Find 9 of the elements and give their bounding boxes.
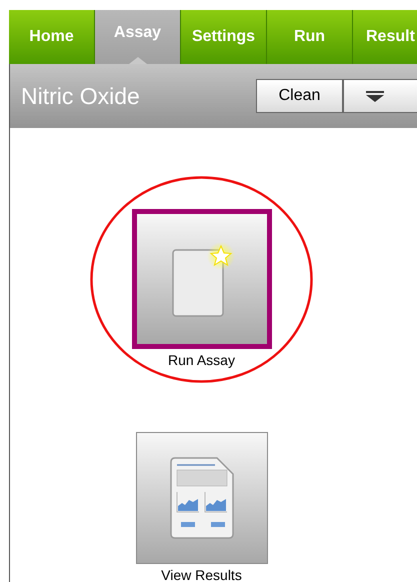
clean-button[interactable]: Clean	[256, 79, 343, 113]
dropdown-icon	[366, 90, 384, 102]
tile-button[interactable]	[132, 209, 272, 349]
tile-label: Run Assay	[168, 351, 235, 369]
nav-tab[interactable]: Assay	[95, 10, 181, 64]
menu-button[interactable]	[343, 79, 417, 113]
page-title: Nitric Oxide	[21, 82, 141, 111]
tile-button[interactable]	[136, 432, 268, 564]
tile-label: View Results	[161, 566, 242, 582]
